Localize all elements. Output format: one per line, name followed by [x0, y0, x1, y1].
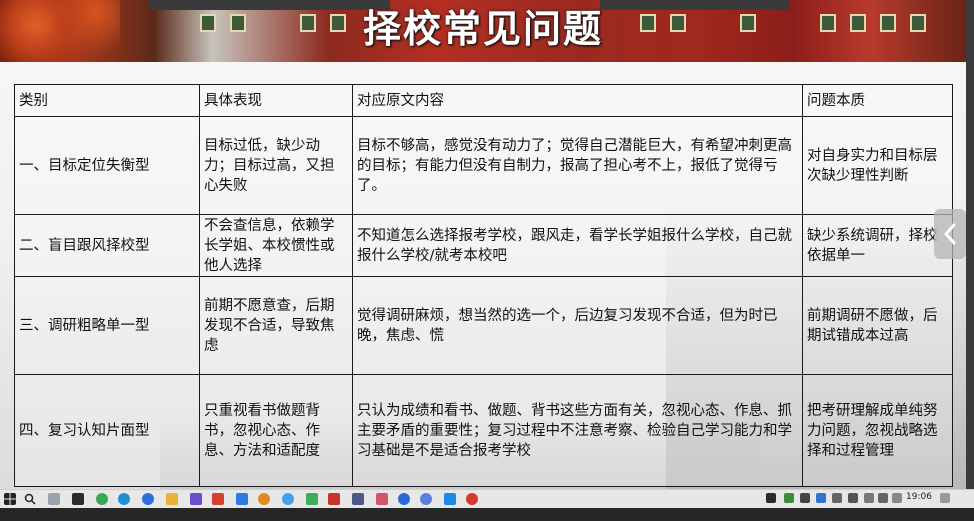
app-icon[interactable] — [72, 493, 84, 505]
app-icon[interactable] — [466, 493, 478, 505]
window-edge — [966, 0, 974, 489]
app-icon[interactable] — [444, 493, 456, 505]
tray-app-icon[interactable] — [832, 493, 842, 503]
app-icon[interactable] — [306, 493, 318, 505]
search-app-icon[interactable] — [258, 493, 270, 505]
header-category: 类别 — [14, 84, 200, 117]
windows-start-icon[interactable] — [4, 493, 16, 505]
wps-icon[interactable] — [212, 493, 224, 505]
notification-icon[interactable] — [940, 493, 950, 503]
previous-slide-button[interactable] — [934, 209, 966, 259]
table-row: 三、调研粗略单一型 前期不愿意查，后期发现不合适，导致焦虑 觉得调研麻烦，想当然… — [14, 276, 953, 375]
header-original-text: 对应原文内容 — [352, 84, 803, 117]
app-icon[interactable] — [398, 493, 410, 505]
app-icon[interactable] — [190, 493, 202, 505]
cell-essence: 对自身实力和目标层次缺少理性判断 — [802, 116, 953, 215]
cell-original-text: 只认为成绩和看书、做题、背书这些方面有关，忽视心态、作息、抓主要矛盾的重要性；复… — [352, 374, 803, 487]
table-row: 四、复习认知片面型 只重视看书做题背书，忽视心态、作息、方法和适配度 只认为成绩… — [14, 374, 953, 487]
battery-icon[interactable] — [864, 493, 874, 503]
cell-symptom: 目标过低，缺少动力；目标过高，又担心失败 — [199, 116, 353, 215]
slide-banner: 择校常见问题 — [0, 0, 966, 62]
header-essence: 问题本质 — [802, 84, 953, 117]
task-view-icon[interactable] — [48, 493, 60, 505]
header-symptom: 具体表现 — [199, 84, 353, 117]
chat-icon[interactable] — [282, 493, 294, 505]
network-icon[interactable] — [848, 493, 858, 503]
chevron-left-icon — [944, 223, 956, 245]
tray-app-icon[interactable] — [816, 493, 826, 503]
cell-category: 四、复习认知片面型 — [14, 374, 200, 487]
wifi-icon[interactable] — [892, 493, 902, 503]
tray-app-icon[interactable] — [784, 493, 794, 503]
app-icon[interactable] — [352, 493, 364, 505]
edge-icon[interactable] — [118, 493, 130, 505]
cell-symptom: 只重视看书做题背书，忽视心态、作息、方法和适配度 — [199, 374, 353, 487]
microphone-icon[interactable] — [800, 493, 810, 503]
cell-original-text: 觉得调研麻烦，想当然的选一个，后边复习发现不合适，但为时已晚，焦虑、慌 — [352, 276, 803, 375]
slide-title: 择校常见问题 — [362, 7, 603, 51]
cell-category: 一、目标定位失衡型 — [14, 116, 200, 215]
taskbar-clock[interactable]: 19:06 — [906, 492, 932, 502]
app-icon[interactable] — [236, 493, 248, 505]
tray-app-icon[interactable] — [766, 493, 776, 503]
cell-original-text: 目标不够高，感觉没有动力了；觉得自己潜能巨大，有希望冲刺更高的目标；有能力但没有… — [352, 116, 803, 215]
cell-essence: 缺少系统调研，择校依据单一 — [802, 214, 953, 277]
cell-original-text: 不知道怎么选择报考学校，跟风走，看学长学姐报什么学校，自己就报什么学校/就考本校… — [352, 214, 803, 277]
cell-essence: 把考研理解成单纯努力问题，忽视战略选择和过程管理 — [802, 374, 953, 487]
cell-category: 二、盲目跟风择校型 — [14, 214, 200, 277]
volume-icon[interactable] — [878, 493, 888, 503]
search-icon[interactable] — [24, 493, 36, 505]
table-row: 二、盲目跟风择校型 不会查信息，依赖学长学姐、本校惯性或他人选择 不知道怎么选择… — [14, 214, 953, 277]
cell-symptom: 不会查信息，依赖学长学姐、本校惯性或他人选择 — [199, 214, 353, 277]
problems-table: 类别 具体表现 对应原文内容 问题本质 一、目标定位失衡型 目标过低，缺少动力；… — [14, 84, 953, 487]
cell-symptom: 前期不愿意查，后期发现不合适，导致焦虑 — [199, 276, 353, 375]
browser-icon[interactable] — [142, 493, 154, 505]
app-icon[interactable] — [420, 493, 432, 505]
pdf-icon[interactable] — [328, 493, 340, 505]
table-row: 一、目标定位失衡型 目标过低，缺少动力；目标过高，又担心失败 目标不够高，感觉没… — [14, 116, 953, 215]
cell-essence: 前期调研不愿做，后期试错成本过高 — [802, 276, 953, 375]
wechat-icon[interactable] — [96, 493, 108, 505]
windows-taskbar: 19:06 — [0, 489, 974, 508]
table-header-row: 类别 具体表现 对应原文内容 问题本质 — [14, 84, 953, 117]
cell-category: 三、调研粗略单一型 — [14, 276, 200, 375]
screen-bottom-bar — [0, 508, 974, 521]
app-icon[interactable] — [376, 493, 388, 505]
folder-icon[interactable] — [166, 493, 178, 505]
